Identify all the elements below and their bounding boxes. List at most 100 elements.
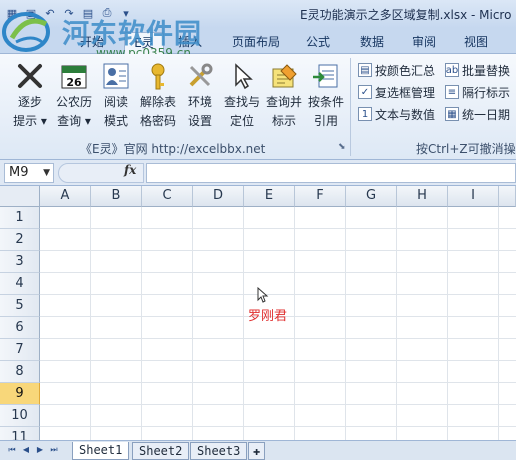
reading-mode-label-1: 阅读 (103, 95, 128, 109)
query-mark-label-1: 查询并 (265, 95, 302, 109)
tab-data[interactable]: 数据 (354, 32, 390, 54)
unlock-password-label-1: 解除表 (139, 95, 176, 109)
tab-formulas[interactable]: 公式 (300, 32, 336, 54)
batch-replace-label: 批量替换 (462, 63, 511, 78)
row-header-11[interactable]: 11 (0, 427, 40, 440)
tab-view[interactable]: 视图 (458, 32, 494, 54)
environment-settings-button[interactable]: 环境 设置 (178, 60, 222, 140)
query-mark-button[interactable]: 查询并 标示 (262, 60, 306, 140)
column-header-f[interactable]: F (295, 186, 346, 207)
gridline (345, 207, 346, 440)
gridline (396, 207, 397, 440)
batch-replace-button[interactable]: ab 批量替换 (445, 60, 510, 80)
formula-bar: M9 ▼ fx (0, 160, 516, 186)
cell-e6-text[interactable]: 罗刚君 (248, 305, 287, 324)
row-header-5[interactable]: 5 (0, 295, 40, 317)
row-header-10[interactable]: 10 (0, 405, 40, 427)
window-title: E灵功能演示之多区域复制.xlsx - Micro (300, 8, 512, 22)
next-sheet-icon[interactable]: ▶ (34, 444, 46, 456)
row-header-4[interactable]: 4 (0, 273, 40, 295)
reading-mode-button[interactable]: 阅读 模式 (94, 60, 138, 140)
calendar-icon: 26 (58, 60, 90, 92)
replace-icon: ab (445, 63, 459, 77)
reading-icon (100, 60, 132, 92)
column-header-g[interactable]: G (346, 186, 397, 207)
gridline (40, 360, 516, 361)
sheet-tab-3[interactable]: Sheet3 (190, 442, 248, 460)
tab-review[interactable]: 审阅 (406, 32, 442, 54)
row-header-3[interactable]: 3 (0, 251, 40, 273)
gridline (40, 382, 516, 383)
tab-page-layout[interactable]: 页面布局 (226, 32, 286, 54)
row-header-7[interactable]: 7 (0, 339, 40, 361)
insert-function-icon[interactable]: fx (124, 163, 136, 177)
conditional-reference-button[interactable]: 按条件 引用 (304, 60, 348, 140)
step-tips-label-1: 逐步 (17, 95, 42, 109)
column-header-a[interactable]: A (40, 186, 91, 207)
cursor-icon (226, 60, 258, 92)
checkbox-manage-label: 复选框管理 (375, 85, 436, 100)
gridline (40, 426, 516, 427)
checkbox-manage-button[interactable]: ✓ 复选框管理 (358, 82, 435, 102)
find-locate-label-1: 查找与 (223, 95, 260, 109)
conditional-reference-label-2: 引用 (313, 114, 338, 128)
calendar-day: 26 (66, 76, 82, 89)
alternate-row-button[interactable]: ≡ 隔行标示 (445, 82, 510, 102)
row-mark-icon: ≡ (445, 85, 459, 99)
find-locate-label-2: 定位 (229, 114, 254, 128)
row-header-8[interactable]: 8 (0, 361, 40, 383)
last-sheet-icon[interactable]: ⏭ (48, 444, 60, 456)
name-box[interactable]: M9 ▼ (4, 163, 54, 183)
unlock-password-button[interactable]: 解除表 格密码 (136, 60, 180, 140)
worksheet-grid[interactable]: A B C D E F G H I 1 2 3 4 5 6 7 8 9 10 1… (0, 186, 516, 440)
checkbox-icon: ✓ (358, 85, 372, 99)
formula-input[interactable] (146, 163, 516, 183)
row-header-2[interactable]: 2 (0, 229, 40, 251)
gridline (498, 207, 499, 440)
sheet-tab-1[interactable]: Sheet1 (72, 442, 130, 460)
column-header-b[interactable]: B (91, 186, 142, 207)
row-header-1[interactable]: 1 (0, 207, 40, 229)
color-summary-button[interactable]: ▤ 按颜色汇总 (358, 60, 435, 80)
reading-mode-label-2: 模式 (103, 114, 128, 128)
group-separator (350, 58, 351, 156)
group-label-undo-hint: 按Ctrl+Z可撤消操作 (416, 142, 516, 156)
chevron-down-icon[interactable]: ▼ (43, 164, 50, 182)
column-header-partial[interactable] (499, 186, 516, 207)
text-number-button[interactable]: 1 文本与数值 (358, 104, 435, 124)
sheet-tab-2[interactable]: Sheet2 (132, 442, 190, 460)
reference-icon (310, 60, 342, 92)
dialog-launcher-icon[interactable]: ⬊ (338, 142, 346, 152)
step-tips-button[interactable]: 逐步 提示 ▾ (8, 60, 52, 140)
color-sum-icon: ▤ (358, 63, 372, 77)
column-header-h[interactable]: H (397, 186, 448, 207)
ribbon: 逐步 提示 ▾ 26 公农历 查询 ▾ 阅读 模式 解除表 格密码 环境 设置 … (0, 54, 516, 160)
column-header-d[interactable]: D (193, 186, 244, 207)
gridline (40, 294, 516, 295)
watermark-logo-icon (2, 12, 50, 52)
row-header-9-selected[interactable]: 9 (0, 383, 40, 405)
select-all-corner[interactable] (0, 186, 40, 207)
column-header-i[interactable]: I (448, 186, 499, 207)
find-locate-button[interactable]: 查找与 定位 (220, 60, 264, 140)
highlighter-icon (268, 60, 300, 92)
row-header-6[interactable]: 6 (0, 317, 40, 339)
lunar-calendar-label-1: 公农历 (55, 95, 92, 109)
conditional-reference-label-1: 按条件 (307, 95, 344, 109)
gridline (243, 207, 244, 440)
unify-date-button[interactable]: ▦ 统一日期 (445, 104, 510, 124)
first-sheet-icon[interactable]: ⏮ (6, 444, 18, 456)
step-tips-label-2: 提示 (13, 114, 38, 128)
mouse-pointer-icon (257, 287, 269, 303)
text-number-icon: 1 (358, 107, 372, 121)
alternate-row-label: 隔行标示 (462, 85, 511, 100)
column-header-c[interactable]: C (142, 186, 193, 207)
query-mark-label-2: 标示 (271, 114, 296, 128)
column-header-e[interactable]: E (244, 186, 295, 207)
gridline (141, 207, 142, 440)
gridline (90, 207, 91, 440)
prev-sheet-icon[interactable]: ◀ (20, 444, 32, 456)
lunar-calendar-button[interactable]: 26 公农历 查询 ▾ (52, 60, 96, 140)
key-icon (142, 60, 174, 92)
insert-sheet-button[interactable]: ✚ (248, 442, 266, 460)
